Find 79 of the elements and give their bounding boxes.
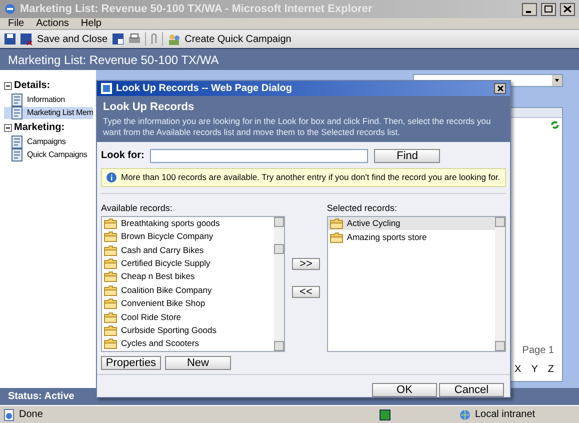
nav-item[interactable]: Campaigns <box>4 136 66 148</box>
record-status: Status: Active <box>8 390 74 404</box>
remove-button[interactable]: << <box>292 286 320 298</box>
create-quick-campaign-button[interactable]: Create Quick Campaign <box>166 32 292 46</box>
folder-icon <box>104 231 117 242</box>
record-item[interactable]: Active Cycling <box>328 216 495 230</box>
zone-text: Local intranet <box>475 408 536 422</box>
dialog-description: Type the information you are looking for in the Look for box and click Find. Then, select the records you want from the Available records list and move them to the Selected records list. <box>103 116 492 138</box>
index-letter[interactable]: X <box>514 362 522 377</box>
info-text: More than 100 records are available. Try another entry if you don't find the record you are looking for. <box>121 171 500 184</box>
minimize-icon[interactable] <box>522 2 537 16</box>
menu-item[interactable]: File <box>8 16 24 31</box>
cancel-button[interactable]: Cancel <box>439 382 504 396</box>
available-records-label: Available records: <box>101 202 174 215</box>
refresh-icon[interactable] <box>550 120 560 130</box>
folder-icon <box>330 232 343 243</box>
save-close-icon <box>20 32 33 46</box>
record-item[interactable]: Coalition Bike Company <box>102 284 274 297</box>
print-icon[interactable] <box>128 33 141 45</box>
index-letter[interactable]: Y <box>531 362 538 377</box>
nav-item[interactable]: Marketing List Mem <box>4 107 94 119</box>
menu-item[interactable]: Help <box>80 16 102 31</box>
folder-icon <box>104 298 117 310</box>
save-and-close-button[interactable]: Save and Close <box>20 32 108 46</box>
folder-icon <box>104 324 117 336</box>
ok-button[interactable]: OK <box>372 382 437 396</box>
record-item[interactable]: Cool Ride Store <box>102 310 274 324</box>
info-icon <box>106 172 117 183</box>
record-item[interactable]: Brown Bicycle Company <box>102 230 274 244</box>
list-icon <box>10 148 24 162</box>
folder-icon <box>104 258 117 269</box>
people-icon <box>166 32 181 46</box>
nav-item[interactable]: Information <box>4 94 65 106</box>
folder-icon <box>104 244 117 256</box>
look-for-field[interactable] <box>150 148 368 162</box>
pager-text: Page 1 <box>522 344 554 358</box>
look-for-label: Look for: <box>101 149 144 163</box>
record-item[interactable]: Amazing sports store <box>328 230 495 244</box>
close-icon[interactable] <box>560 2 575 16</box>
folder-icon <box>104 218 117 229</box>
nav-section-title: Details: <box>14 79 50 93</box>
record-item[interactable]: Cheap n Best bikes <box>102 270 274 284</box>
folder-icon <box>104 271 117 282</box>
record-item[interactable]: Convenient Bike Shop <box>102 296 274 310</box>
folder-icon <box>104 312 117 323</box>
document-icon <box>10 93 24 107</box>
menu-item[interactable]: Actions <box>36 16 69 31</box>
page-icon <box>4 408 15 420</box>
index-letter[interactable]: Z <box>548 362 554 377</box>
collapse-icon[interactable] <box>4 82 12 90</box>
add-button[interactable]: >> <box>292 258 320 270</box>
new-button[interactable]: New <box>165 356 231 370</box>
folder-icon <box>330 218 343 229</box>
close-icon[interactable] <box>494 83 506 94</box>
collapse-icon[interactable] <box>4 124 12 132</box>
record-item[interactable]: Curbside Sporting Goods <box>102 324 274 338</box>
record-item[interactable]: Cash and Carry Bikes <box>102 243 274 257</box>
record-item[interactable]: Cycles and Scooters <box>102 337 274 351</box>
document-icon <box>10 135 24 149</box>
nav-section-title: Marketing: <box>14 121 65 135</box>
record-item[interactable]: Certified Bicycle Supply <box>102 256 274 270</box>
nav-item[interactable]: Quick Campaigns <box>4 149 88 161</box>
folder-icon <box>104 284 117 296</box>
save-icon[interactable] <box>4 33 16 45</box>
dialog-title: Look Up Records -- Web Page Dialog <box>116 82 293 96</box>
properties-button[interactable]: Properties <box>101 356 161 370</box>
paperclip-icon[interactable] <box>150 32 158 46</box>
record-item[interactable]: Breathtaking sports goods <box>102 216 274 230</box>
selected-records-label: Selected records: <box>326 202 398 215</box>
find-button[interactable]: Find <box>374 148 440 162</box>
page-title: Marketing List: Revenue 50-100 TX/WA <box>8 52 219 68</box>
globe-icon <box>459 408 471 420</box>
maximize-icon[interactable] <box>541 2 556 16</box>
dialog-heading: Look Up Records <box>103 100 196 115</box>
dialog-icon <box>101 83 112 94</box>
list-icon <box>10 106 24 120</box>
status-text: Done <box>19 408 44 422</box>
save-new-icon[interactable] <box>112 33 124 45</box>
folder-icon <box>104 338 117 350</box>
